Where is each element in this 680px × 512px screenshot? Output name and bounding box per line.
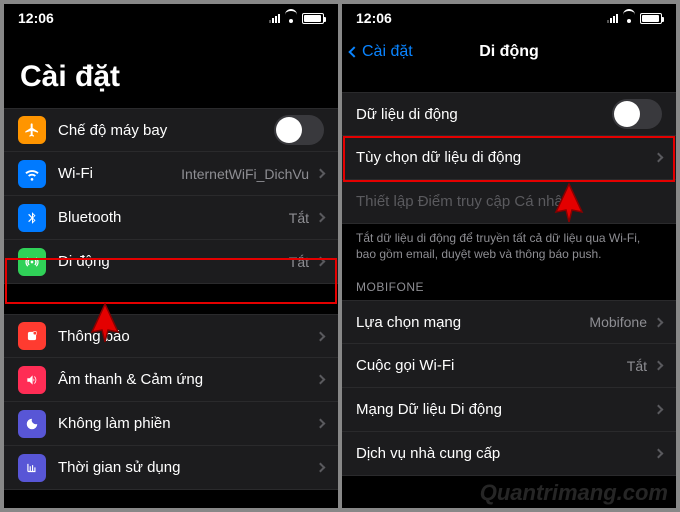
- nav-header: Cài đặt Di động: [342, 32, 676, 72]
- chevron-right-icon: [316, 331, 326, 341]
- cellular-settings-screen: 12:06 Cài đặt Di động Dữ liệu di động Tù…: [342, 4, 676, 508]
- personal-hotspot-row: Thiết lập Điểm truy cập Cá nhân: [342, 180, 676, 224]
- wifi-value: InternetWiFi_DichVu: [181, 166, 309, 182]
- battery-icon: [640, 13, 662, 24]
- sounds-icon: [18, 366, 46, 394]
- status-bar: 12:06: [4, 4, 338, 32]
- carrier-services-row[interactable]: Dịch vụ nhà cung cấp: [342, 432, 676, 476]
- network-selection-row[interactable]: Lựa chọn mạng Mobifone: [342, 300, 676, 344]
- chevron-right-icon: [654, 153, 664, 163]
- cellular-data-options-row[interactable]: Tùy chọn dữ liệu di động: [342, 136, 676, 180]
- network-selection-label: Lựa chọn mạng: [356, 314, 589, 331]
- bluetooth-value: Tắt: [289, 210, 309, 226]
- cell-signal-icon: [269, 13, 280, 23]
- airplane-mode-row[interactable]: Chế độ máy bay: [4, 108, 338, 152]
- notifications-icon: [18, 322, 46, 350]
- wifi-label: Wi-Fi: [58, 165, 181, 182]
- chevron-right-icon: [316, 375, 326, 385]
- dnd-icon: [18, 410, 46, 438]
- personal-hotspot-label: Thiết lập Điểm truy cập Cá nhân: [356, 193, 662, 210]
- settings-root-screen: 12:06 Cài đặt Chế độ máy bay Wi-Fi Inter…: [4, 4, 338, 508]
- status-bar: 12:06: [342, 4, 676, 32]
- chevron-right-icon: [654, 317, 664, 327]
- nav-title: Di động: [479, 43, 539, 61]
- cellular-data-row[interactable]: Dữ liệu di động: [342, 92, 676, 136]
- status-icons: [607, 13, 662, 24]
- bluetooth-icon: [18, 204, 46, 232]
- status-time: 12:06: [18, 10, 54, 26]
- wifi-calling-row[interactable]: Cuộc gọi Wi-Fi Tắt: [342, 344, 676, 388]
- chevron-right-icon: [316, 169, 326, 179]
- page-title: Cài đặt: [4, 32, 338, 108]
- chevron-right-icon: [316, 213, 326, 223]
- carrier-section-header: MOBIFONE: [342, 262, 676, 300]
- carrier-services-label: Dịch vụ nhà cung cấp: [356, 445, 655, 462]
- chevron-right-icon: [316, 419, 326, 429]
- network-selection-value: Mobifone: [589, 314, 647, 330]
- cellular-value: Tắt: [289, 254, 309, 270]
- bluetooth-label: Bluetooth: [58, 209, 289, 226]
- screentime-icon: [18, 454, 46, 482]
- wifi-icon: [622, 13, 636, 23]
- wifi-icon: [284, 13, 298, 23]
- chevron-right-icon: [654, 405, 664, 415]
- wifi-settings-icon: [18, 160, 46, 188]
- screentime-label: Thời gian sử dụng: [58, 459, 317, 476]
- status-time: 12:06: [356, 10, 392, 26]
- airplane-icon: [18, 116, 46, 144]
- wifi-calling-value: Tắt: [627, 358, 647, 374]
- airplane-toggle[interactable]: [274, 115, 324, 145]
- sounds-row[interactable]: Âm thanh & Cảm ứng: [4, 358, 338, 402]
- cell-signal-icon: [607, 13, 618, 23]
- battery-icon: [302, 13, 324, 24]
- cellular-data-toggle[interactable]: [612, 99, 662, 129]
- dnd-row[interactable]: Không làm phiền: [4, 402, 338, 446]
- cellular-label: Di động: [58, 253, 289, 270]
- chevron-right-icon: [654, 449, 664, 459]
- cellular-data-network-row[interactable]: Mạng Dữ liệu Di động: [342, 388, 676, 432]
- back-label: Cài đặt: [362, 43, 413, 61]
- sounds-label: Âm thanh & Cảm ứng: [58, 371, 317, 388]
- screentime-row[interactable]: Thời gian sử dụng: [4, 446, 338, 490]
- wifi-calling-label: Cuộc gọi Wi-Fi: [356, 357, 627, 374]
- cellular-data-options-label: Tùy chọn dữ liệu di động: [356, 149, 655, 166]
- chevron-right-icon: [316, 463, 326, 473]
- chevron-right-icon: [316, 257, 326, 267]
- dnd-label: Không làm phiền: [58, 415, 317, 432]
- wifi-row[interactable]: Wi-Fi InternetWiFi_DichVu: [4, 152, 338, 196]
- cellular-icon: [18, 248, 46, 276]
- bluetooth-row[interactable]: Bluetooth Tắt: [4, 196, 338, 240]
- chevron-left-icon: [348, 46, 359, 57]
- airplane-label: Chế độ máy bay: [58, 122, 274, 139]
- cellular-footer-text: Tắt dữ liệu di động để truyền tất cả dữ …: [342, 224, 676, 262]
- cellular-row[interactable]: Di động Tắt: [4, 240, 338, 284]
- chevron-right-icon: [654, 361, 664, 371]
- cellular-data-label: Dữ liệu di động: [356, 106, 612, 123]
- notifications-row[interactable]: Thông báo: [4, 314, 338, 358]
- status-icons: [269, 13, 324, 24]
- cellular-data-network-label: Mạng Dữ liệu Di động: [356, 401, 655, 418]
- back-button[interactable]: Cài đặt: [350, 32, 413, 72]
- notifications-label: Thông báo: [58, 328, 317, 345]
